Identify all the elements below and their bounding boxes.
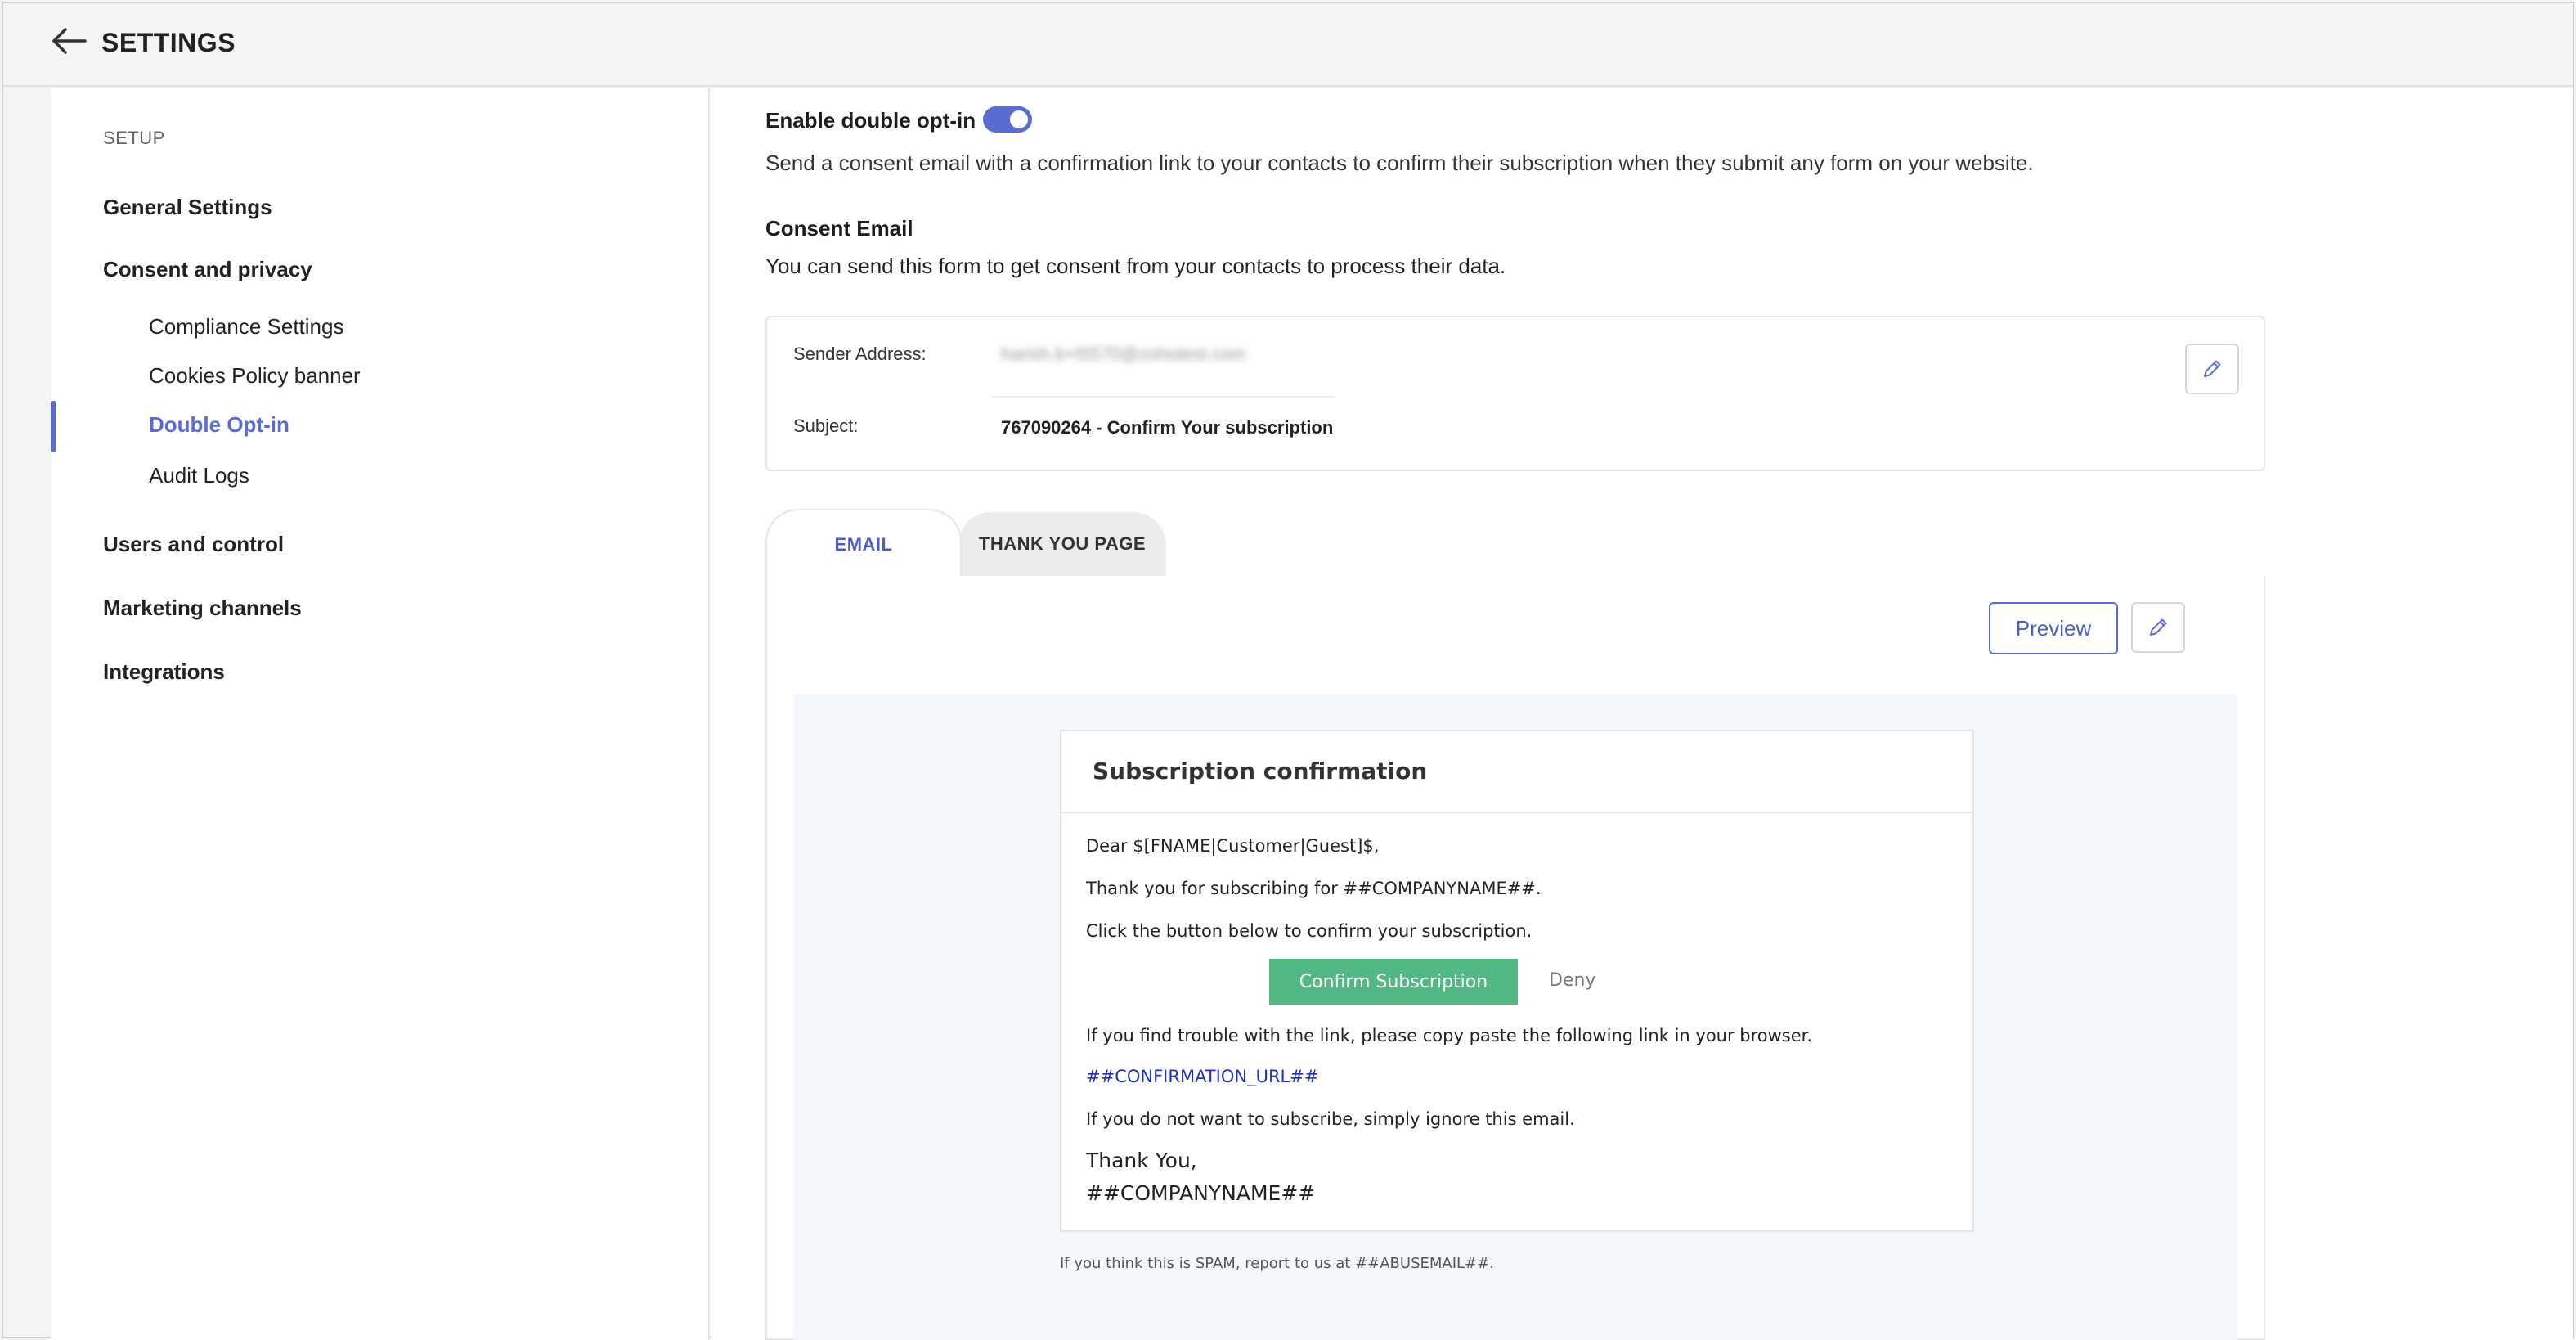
double-opt-in-toggle[interactable] [983,106,1032,133]
sidebar-item-integrations[interactable]: Integrations [103,659,225,685]
spam-report-note: If you think this is SPAM, report to us … [1060,1255,1494,1272]
email-title: Subscription confirmation [1093,758,1428,785]
sender-address-value: harish.b+t5570@zohotest.com [1001,344,1246,364]
template-tabs: THANK YOU PAGE EMAIL [765,509,2265,579]
settings-sidebar: SETUP General Settings Consent and priva… [51,88,710,1340]
consent-email-title: Consent Email [765,216,913,241]
pencil-icon [2150,618,2167,636]
preview-button[interactable]: Preview [1989,602,2118,654]
double-opt-in-description: Send a consent email with a confirmation… [765,151,2034,175]
arrow-left-icon[interactable] [49,25,88,57]
double-opt-in-label: Enable double opt-in [765,108,976,133]
email-trouble-line: If you find trouble with the link, pleas… [1086,1026,1813,1045]
email-instruction: Click the button below to confirm your s… [1086,921,1533,941]
email-body: Subscription confirmation Dear $[FNAME|C… [1060,730,1974,1232]
main-content: Enable double opt-in Send a consent emai… [711,88,2573,1340]
sidebar-item-consent-and-privacy[interactable]: Consent and privacy [103,257,312,282]
email-sign-off: Thank You, [1086,1149,1197,1172]
confirm-subscription-button[interactable]: Confirm Subscription [1269,959,1518,1005]
subject-value: 767090264 - Confirm Your subscription [1001,417,1334,438]
app-window: SETTINGS SETUP General Settings Consent … [2,2,2574,1340]
sidebar-item-users-and-control[interactable]: Users and control [103,532,284,557]
field-divider [991,396,1335,398]
edit-sender-button[interactable] [2185,344,2239,394]
email-ignore-line: If you do not want to subscribe, simply … [1086,1109,1575,1129]
deny-link[interactable]: Deny [1549,970,1595,991]
tab-thank-you-page[interactable]: THANK YOU PAGE [958,512,1166,576]
top-bar: SETTINGS [3,3,2573,87]
sender-details-card: Sender Address: harish.b+t5570@zohotest.… [765,316,2265,471]
email-preview-canvas: Subscription confirmation Dear $[FNAME|C… [793,694,2237,1340]
subject-label: Subject: [793,416,859,436]
sidebar-item-compliance-settings[interactable]: Compliance Settings [149,314,343,339]
confirmation-url-link[interactable]: ##CONFIRMATION_URL## [1086,1067,1318,1086]
email-template-panel: Preview Subscription confirmation Dear $… [765,576,2265,1340]
sidebar-item-double-opt-in[interactable]: Double Opt-in [149,412,289,438]
toggle-knob [1010,110,1028,128]
tab-email[interactable]: EMAIL [765,509,962,579]
sidebar-item-cookies-policy-banner[interactable]: Cookies Policy banner [149,363,361,389]
sidebar-item-general-settings[interactable]: General Settings [103,195,272,220]
email-signature: ##COMPANYNAME## [1086,1181,1316,1205]
sidebar-item-audit-logs[interactable]: Audit Logs [149,463,249,488]
sender-address-label: Sender Address: [793,344,927,364]
pencil-icon [2204,360,2221,377]
email-header: Subscription confirmation [1061,731,1972,813]
edit-template-button[interactable] [2131,602,2185,653]
email-thanks-line: Thank you for subscribing for ##COMPANYN… [1086,879,1542,898]
active-item-indicator [51,401,56,452]
consent-email-description: You can send this form to get consent fr… [765,254,1506,278]
email-greeting: Dear $[FNAME|Customer|Guest]$, [1086,836,1380,856]
page-title: SETTINGS [101,28,236,57]
sidebar-section-label: SETUP [103,128,165,148]
sidebar-item-marketing-channels[interactable]: Marketing channels [103,596,302,621]
